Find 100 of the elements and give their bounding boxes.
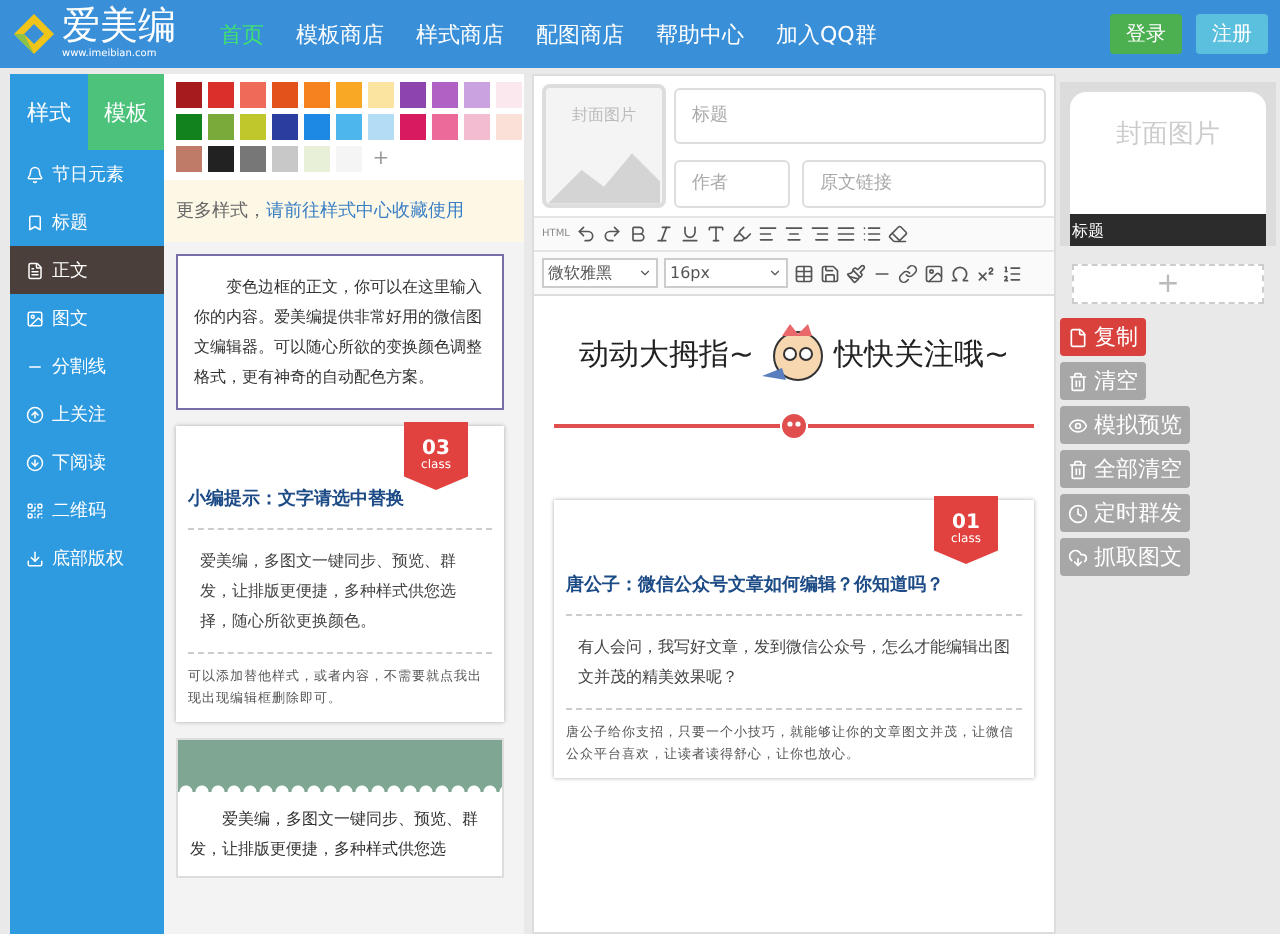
banner-text: 快快关注哦~ [834,335,1010,373]
register-button[interactable]: 注册 [1196,14,1268,54]
undo-icon[interactable] [575,224,596,244]
title-input[interactable]: 标题 [674,88,1046,144]
nav-link[interactable]: 首页 [220,19,264,49]
sidebar-item[interactable]: 底部版权 [10,534,164,582]
trash-icon [1068,459,1088,479]
redo-icon[interactable] [601,224,622,244]
color-swatch[interactable] [464,114,490,140]
sidebar-item[interactable]: 标题 [10,198,164,246]
link-input[interactable]: 原文链接 [802,160,1046,208]
action-button[interactable]: 定时群发 [1060,494,1190,532]
style-center-link[interactable]: 请前往样式中心收藏使用 [266,202,464,222]
sidebar-item[interactable]: 正文 [10,246,164,294]
color-swatch[interactable] [176,114,202,140]
brush-icon[interactable] [846,263,866,283]
sidebar-item[interactable]: 下阅读 [10,438,164,486]
image-icon[interactable] [924,263,944,283]
download-icon [26,549,44,567]
image-icon [26,309,44,327]
color-swatch[interactable] [368,82,394,108]
color-swatch[interactable] [272,114,298,140]
author-input[interactable]: 作者 [674,160,790,208]
card-text: 爱美编，多图文一键同步、预览、群发，让排版更便捷，多种样式供您选 [188,808,480,862]
add-article-button[interactable]: + [1072,264,1264,304]
font-color-icon[interactable] [705,224,726,244]
color-swatch[interactable] [176,146,202,172]
sidebar-item[interactable]: 图文 [10,294,164,342]
bell-icon [26,165,44,183]
action-button[interactable]: 全部清空 [1060,450,1190,488]
highlight-icon[interactable] [731,224,752,244]
nav-link[interactable]: 加入QQ群 [776,19,877,49]
save-icon[interactable] [820,263,840,283]
color-swatch[interactable] [208,82,234,108]
color-swatch[interactable] [304,146,330,172]
bookmark-icon [26,213,44,231]
cover-thumbnail[interactable]: 封面图片 [542,84,666,208]
nav-link[interactable]: 样式商店 [416,19,504,49]
italic-icon[interactable] [653,224,674,244]
color-swatch[interactable] [464,82,490,108]
color-swatch[interactable] [304,114,330,140]
cloud-icon [1068,547,1088,567]
caret-icon [768,266,782,280]
logo-icon [12,12,56,56]
eye-icon [1068,415,1088,435]
size-select[interactable]: 16px [664,258,788,288]
style-card[interactable]: 爱美编，多图文一键同步、预览、群发，让排版更便捷，多种样式供您选 [176,738,504,878]
align-left-icon[interactable] [757,224,778,244]
style-text-card[interactable]: 变色边框的正文，你可以在这里输入你的内容。爱美编提供非常好用的微信图文编辑器。可以随心所欲的变换颜色调整格式，更有神奇的自动配色方案。 [176,254,504,410]
ordered-list-icon[interactable] [1002,263,1022,283]
eraser-icon[interactable] [887,224,908,244]
bold-icon[interactable] [627,224,648,244]
color-swatch[interactable] [240,146,266,172]
nav-link[interactable]: 帮助中心 [656,19,744,49]
sidebar-tab[interactable]: 模板 [87,74,164,150]
color-swatch[interactable] [432,114,458,140]
align-right-icon[interactable] [809,224,830,244]
caret-icon [638,266,652,280]
copy-icon [1068,327,1088,347]
omega-icon[interactable] [950,263,970,283]
nav-link[interactable]: 模板商店 [296,19,384,49]
sidebar-item[interactable]: 节日元素 [10,150,164,198]
add-color-button[interactable]: + [368,146,394,172]
sidebar-item[interactable]: 分割线 [10,342,164,390]
action-button[interactable]: 抓取图文 [1060,538,1190,576]
trash-icon [1068,371,1088,391]
action-button[interactable]: 模拟预览 [1060,406,1190,444]
color-swatch[interactable] [176,82,202,108]
color-swatch[interactable] [336,82,362,108]
underline-icon[interactable] [679,224,700,244]
color-swatch[interactable] [208,114,234,140]
color-swatch[interactable] [240,82,266,108]
color-swatch[interactable] [304,82,330,108]
color-swatch[interactable] [432,82,458,108]
card-title: 唐公子：微信公众号文章如何编辑？你知道吗？ [566,564,1022,616]
color-swatch[interactable] [240,114,266,140]
color-swatch[interactable] [496,114,522,140]
link-icon[interactable] [898,263,918,283]
sidebar-item[interactable]: 二维码 [10,486,164,534]
nav-link[interactable]: 配图商店 [536,19,624,49]
justify-icon[interactable] [835,224,856,244]
color-swatch[interactable] [400,82,426,108]
login-button[interactable]: 登录 [1110,14,1182,54]
text-icon [26,261,44,279]
color-swatch[interactable] [336,114,362,140]
color-swatch[interactable] [208,146,234,172]
font-select[interactable]: 微软雅黑 [542,258,658,288]
color-swatch[interactable] [400,114,426,140]
down-icon [26,453,44,471]
superscript-icon[interactable] [976,263,996,283]
color-swatch[interactable] [272,82,298,108]
sidebar-item[interactable]: 上关注 [10,390,164,438]
action-button[interactable]: 清空 [1060,362,1146,400]
color-swatch[interactable] [272,146,298,172]
card-title: 小编提示：文字请选中替换 [188,478,492,530]
align-center-icon[interactable] [783,224,804,244]
table-icon[interactable] [794,263,814,283]
clock-icon [1068,503,1088,523]
color-swatch[interactable] [368,114,394,140]
action-button[interactable]: 复制 [1060,318,1146,356]
